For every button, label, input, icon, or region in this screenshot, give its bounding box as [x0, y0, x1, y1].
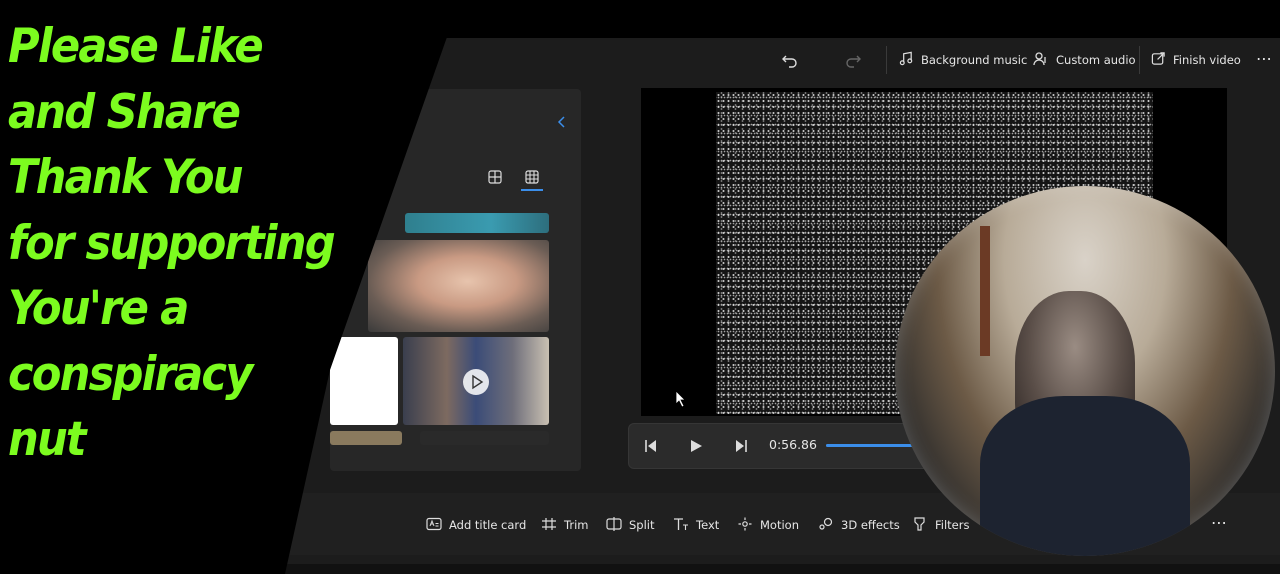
- trim-icon: [541, 517, 557, 534]
- trim-button[interactable]: Trim: [541, 515, 588, 535]
- more-options-button[interactable]: ⋯: [1256, 48, 1272, 68]
- divider: [886, 46, 887, 74]
- chevron-left-icon[interactable]: [556, 114, 568, 133]
- promo-line: Please Like: [8, 19, 264, 74]
- webcam-overlay: [895, 186, 1275, 556]
- promo-line: You're a: [8, 281, 189, 336]
- split-icon: [606, 516, 622, 534]
- title-card-icon: [426, 517, 442, 534]
- grid-large-icon[interactable]: [488, 169, 502, 188]
- background-music-label: Background music: [921, 53, 1028, 67]
- mouse-cursor-icon: [675, 390, 687, 412]
- library-thumbnail[interactable]: [368, 240, 549, 332]
- add-title-card-button[interactable]: Add title card: [426, 515, 526, 535]
- text-label: Text: [696, 518, 720, 532]
- more-label: ⋯: [1211, 512, 1227, 532]
- grid-small-icon[interactable]: [525, 169, 539, 188]
- add-title-card-label: Add title card: [449, 518, 527, 532]
- custom-audio-button[interactable]: Custom audio: [1033, 50, 1136, 70]
- redo-icon[interactable]: [843, 50, 863, 70]
- promo-line: and Share: [8, 84, 241, 140]
- split-label: Split: [629, 518, 655, 532]
- 3d-effects-label: 3D effects: [841, 518, 900, 532]
- view-selected-indicator: [521, 189, 543, 191]
- motion-button[interactable]: Motion: [737, 515, 799, 535]
- finish-video-label: Finish video: [1173, 53, 1241, 67]
- export-icon: [1151, 51, 1166, 69]
- next-frame-icon[interactable]: [733, 438, 749, 458]
- filters-button[interactable]: Filters: [912, 515, 969, 535]
- library-thumbnail[interactable]: [405, 213, 549, 233]
- text-icon: [673, 517, 689, 534]
- finish-video-button[interactable]: Finish video: [1151, 50, 1241, 70]
- custom-audio-icon: [1033, 51, 1049, 70]
- background-music-button[interactable]: Background music: [899, 50, 1027, 70]
- music-note-icon: [899, 51, 914, 69]
- motion-icon: [737, 517, 753, 534]
- webcam-person-body: [980, 396, 1190, 556]
- library-thumbnail[interactable]: [403, 337, 549, 425]
- more-edit-options-button[interactable]: ⋯: [1211, 512, 1227, 532]
- 3d-effects-button[interactable]: 3D effects: [818, 515, 900, 535]
- promo-line: for supporting: [8, 215, 336, 271]
- promo-line: conspiracy: [8, 346, 253, 402]
- more-label: ⋯: [1256, 48, 1272, 68]
- current-time: 0:56.86: [769, 437, 817, 452]
- play-icon[interactable]: [688, 438, 704, 458]
- motion-label: Motion: [760, 518, 799, 532]
- filters-icon: [912, 516, 928, 534]
- library-thumbnail[interactable]: [330, 431, 402, 445]
- promo-text: Please Like and Share Thank You for supp…: [8, 14, 336, 473]
- trim-label: Trim: [564, 518, 589, 532]
- previous-frame-icon[interactable]: [643, 438, 659, 458]
- promo-line: Thank You: [8, 150, 244, 205]
- library-thumbnail[interactable]: [330, 337, 398, 425]
- text-button[interactable]: Text: [673, 515, 719, 535]
- split-button[interactable]: Split: [606, 515, 655, 535]
- sparkle-icon: [818, 517, 834, 534]
- library-thumbnail[interactable]: [420, 431, 549, 445]
- undo-icon[interactable]: [780, 50, 800, 70]
- divider: [1139, 46, 1140, 74]
- webcam-background-pole: [980, 226, 990, 356]
- filters-label: Filters: [935, 518, 970, 532]
- custom-audio-label: Custom audio: [1056, 53, 1136, 67]
- promo-line: nut: [8, 412, 87, 467]
- play-icon[interactable]: [463, 369, 489, 395]
